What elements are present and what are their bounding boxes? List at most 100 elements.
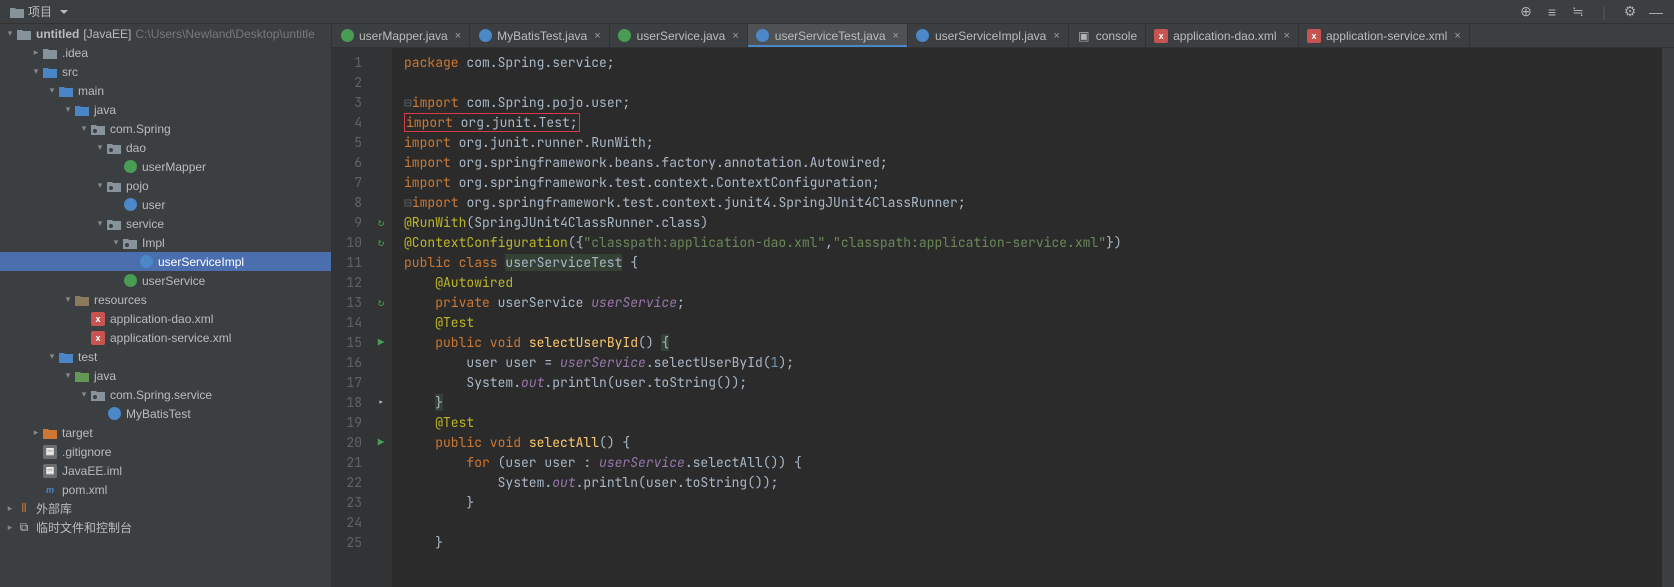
tree-row[interactable]: ▸target <box>0 423 331 442</box>
editor-tab[interactable]: userServiceTest.java× <box>748 24 908 47</box>
tree-row[interactable]: userMapper <box>0 157 331 176</box>
close-icon[interactable]: × <box>1053 30 1059 42</box>
minimize-icon[interactable]: — <box>1648 4 1664 20</box>
run-gutter-icon[interactable]: ▶ <box>378 433 385 453</box>
tree-row[interactable]: user <box>0 195 331 214</box>
collapse-all-icon[interactable]: ≒ <box>1570 4 1586 20</box>
code-line[interactable]: @ContextConfiguration({"classpath:applic… <box>404 233 1662 253</box>
tree-row[interactable]: ▾ dao <box>0 138 331 157</box>
editor-body[interactable]: 1234567891011121314151617181920212223242… <box>332 48 1674 587</box>
chevron-icon[interactable]: ▾ <box>46 351 58 362</box>
code-line[interactable] <box>404 73 1662 93</box>
editor-area: userMapper.java×MyBatisTest.java×userSer… <box>332 24 1674 587</box>
tree-row[interactable]: ▾src <box>0 62 331 81</box>
chevron-icon[interactable]: ▾ <box>94 142 106 153</box>
chevron-down-icon[interactable]: ▾ <box>4 28 16 39</box>
code-line[interactable]: package com.Spring.service; <box>404 53 1662 73</box>
tree-row[interactable]: userService <box>0 271 331 290</box>
code-line[interactable]: user user = userService.selectUserById(1… <box>404 353 1662 373</box>
tree-row[interactable]: ▾java <box>0 100 331 119</box>
chevron-icon[interactable]: ▸ <box>30 427 42 438</box>
chevron-icon[interactable]: ▾ <box>78 123 90 134</box>
tree-row[interactable]: ▾com.Spring <box>0 119 331 138</box>
editor-tab[interactable]: userService.java× <box>610 24 748 47</box>
code-line[interactable]: private userService userService; <box>404 293 1662 313</box>
tree-row[interactable]: ▾resources <box>0 290 331 309</box>
tree-row[interactable]: ▾test <box>0 347 331 366</box>
editor-tab[interactable]: MyBatisTest.java× <box>470 24 609 47</box>
code-line[interactable]: } <box>404 493 1662 513</box>
chevron-icon[interactable]: ▾ <box>78 389 90 400</box>
tree-row[interactable]: ▾java <box>0 366 331 385</box>
tree-row[interactable]: mpom.xml <box>0 480 331 499</box>
chevron-icon[interactable]: ▸ <box>30 47 42 58</box>
editor-tab[interactable]: ▣console <box>1069 24 1146 47</box>
close-icon[interactable]: × <box>732 30 738 42</box>
tree-root[interactable]: ▾ untitled [JavaEE] C:\Users\Newland\Des… <box>0 24 331 43</box>
editor-tabs: userMapper.java×MyBatisTest.java×userSer… <box>332 24 1674 48</box>
code-line[interactable]: import org.junit.runner.RunWith; <box>404 133 1662 153</box>
spring-gutter-icon[interactable]: ↻ <box>378 213 385 233</box>
close-icon[interactable]: × <box>455 30 461 42</box>
chevron-icon[interactable]: ▾ <box>94 180 106 191</box>
editor-tab[interactable]: xapplication-dao.xml× <box>1146 24 1299 47</box>
tree-row[interactable]: ▤JavaEE.iml <box>0 461 331 480</box>
tree-row[interactable]: MyBatisTest <box>0 404 331 423</box>
project-tool-label[interactable]: 项目 <box>4 3 74 20</box>
code-line[interactable]: @RunWith(SpringJUnit4ClassRunner.class) <box>404 213 1662 233</box>
code-content[interactable]: package com.Spring.service; ⊟import com.… <box>392 48 1662 587</box>
code-line[interactable]: for (user user : userService.selectAll()… <box>404 453 1662 473</box>
code-line[interactable]: public void selectUserById() { <box>404 333 1662 353</box>
code-line[interactable] <box>404 513 1662 533</box>
chevron-icon[interactable]: ▾ <box>94 218 106 229</box>
project-tree[interactable]: ▾ untitled [JavaEE] C:\Users\Newland\Des… <box>0 24 332 587</box>
close-icon[interactable]: × <box>1454 30 1460 42</box>
code-line[interactable]: System.out.println(user.toString()); <box>404 373 1662 393</box>
gear-icon[interactable]: ⚙ <box>1622 4 1638 20</box>
code-line[interactable]: ⊟import org.springframework.test.context… <box>404 193 1662 213</box>
code-line[interactable]: } <box>404 533 1662 553</box>
code-line[interactable]: import org.springframework.test.context.… <box>404 173 1662 193</box>
locate-icon[interactable]: ⊕ <box>1518 4 1534 20</box>
chevron-icon[interactable]: ▾ <box>62 294 74 305</box>
code-line[interactable]: import org.junit.Test; <box>404 113 1662 133</box>
tree-item-label: dao <box>126 141 146 155</box>
scrollbar-vertical[interactable] <box>1662 48 1674 587</box>
code-line[interactable]: } <box>404 393 1662 413</box>
code-line[interactable]: public void selectAll() { <box>404 433 1662 453</box>
code-line[interactable]: ⊟import com.Spring.pojo.user; <box>404 93 1662 113</box>
close-icon[interactable]: × <box>893 30 899 42</box>
close-icon[interactable]: × <box>1284 30 1290 42</box>
tree-row[interactable]: userServiceImpl <box>0 252 331 271</box>
tree-row[interactable]: xapplication-dao.xml <box>0 309 331 328</box>
code-line[interactable]: @Test <box>404 413 1662 433</box>
code-line[interactable]: public class userServiceTest { <box>404 253 1662 273</box>
chevron-icon[interactable]: ▾ <box>46 85 58 96</box>
code-line[interactable]: System.out.println(user.toString()); <box>404 473 1662 493</box>
spring-gutter-icon[interactable]: ↻ <box>378 233 385 253</box>
tree-row[interactable]: ▾service <box>0 214 331 233</box>
tree-row[interactable]: ▾Impl <box>0 233 331 252</box>
tree-row[interactable]: ▸.idea <box>0 43 331 62</box>
expand-all-icon[interactable]: ≡ <box>1544 4 1560 20</box>
chevron-icon[interactable]: ▾ <box>110 237 122 248</box>
close-icon[interactable]: × <box>594 30 600 42</box>
tree-row[interactable]: ▾com.Spring.service <box>0 385 331 404</box>
editor-tab[interactable]: userMapper.java× <box>332 24 470 47</box>
tree-row[interactable]: ▾main <box>0 81 331 100</box>
run-gutter-icon[interactable]: ▶ <box>378 333 385 353</box>
editor-tab[interactable]: userServiceImpl.java× <box>908 24 1069 47</box>
tree-row[interactable]: ▾pojo <box>0 176 331 195</box>
tree-scratch[interactable]: ▸ ⧉ 临时文件和控制台 <box>0 518 331 537</box>
chevron-icon[interactable]: ▾ <box>62 370 74 381</box>
code-line[interactable]: @Test <box>404 313 1662 333</box>
tree-row[interactable]: ▤.gitignore <box>0 442 331 461</box>
tree-row[interactable]: xapplication-service.xml <box>0 328 331 347</box>
code-line[interactable]: import org.springframework.beans.factory… <box>404 153 1662 173</box>
editor-tab[interactable]: xapplication-service.xml× <box>1299 24 1470 47</box>
code-line[interactable]: @Autowired <box>404 273 1662 293</box>
spring-gutter-icon[interactable]: ↻ <box>378 293 385 313</box>
chevron-icon[interactable]: ▾ <box>30 66 42 77</box>
chevron-icon[interactable]: ▾ <box>62 104 74 115</box>
tree-libs[interactable]: ▸ ⦀ 外部库 <box>0 499 331 518</box>
